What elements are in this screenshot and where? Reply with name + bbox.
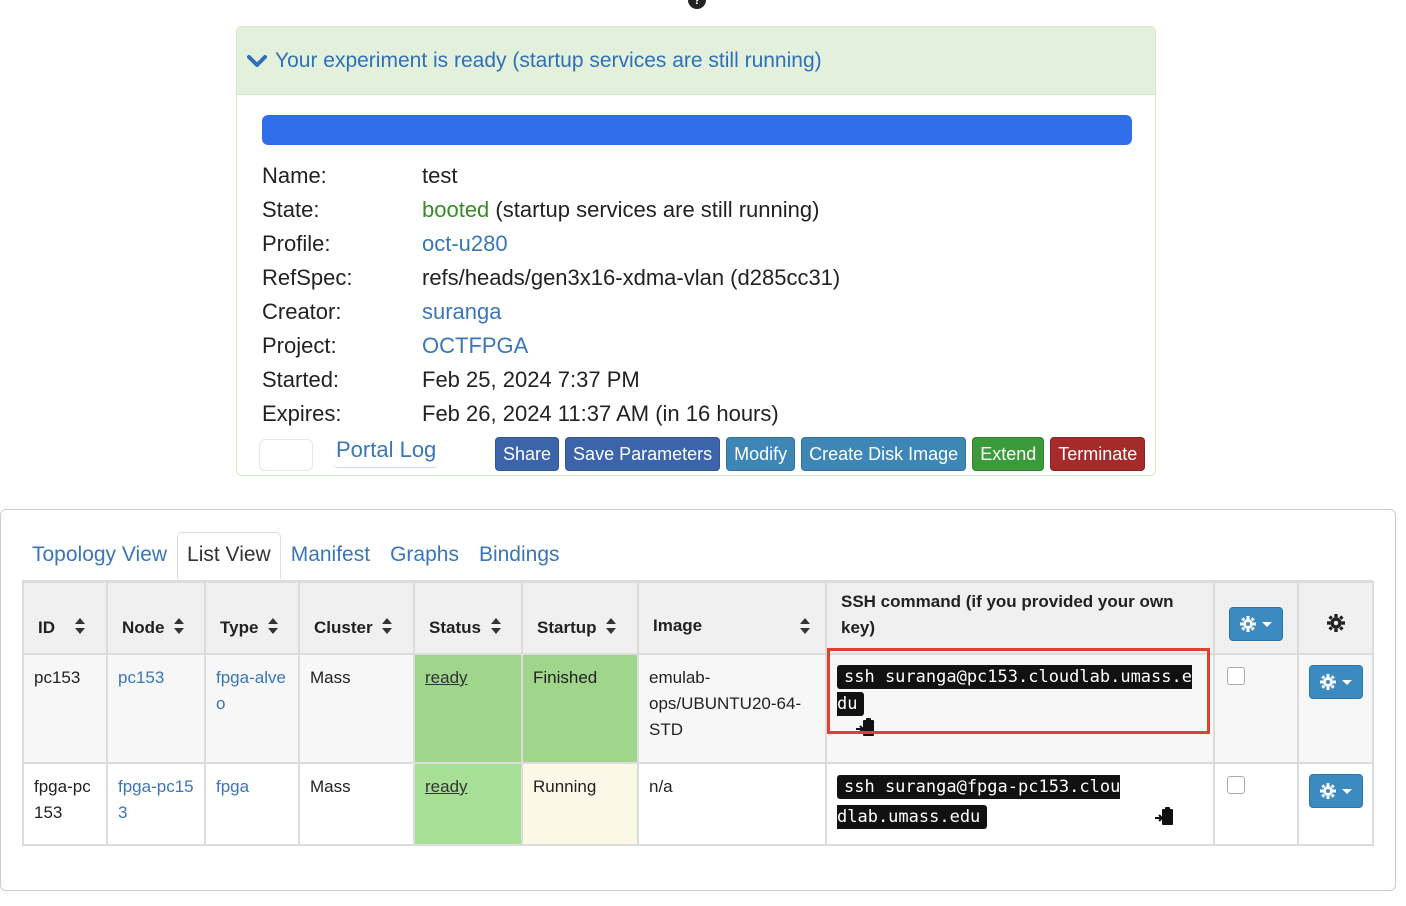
sort-icon: [74, 616, 86, 641]
tab-graphs[interactable]: Graphs: [380, 532, 469, 579]
column-header-node[interactable]: Node: [106, 581, 206, 655]
cell-image: emulab-ops/UBUNTU20-64-STD: [637, 653, 827, 764]
expires-value: Feb 26, 2024 11:37 AM (in 16 hours): [422, 401, 779, 426]
status-link[interactable]: ready: [425, 777, 468, 796]
ssh-command[interactable]: ssh suranga@fpga-pc153.cloudlab.umass.ed…: [837, 775, 1121, 829]
state-value: booted: [422, 197, 490, 222]
column-header-select: [1213, 581, 1299, 655]
profile-label: Profile:: [262, 231, 331, 256]
name-label: Name:: [262, 163, 327, 188]
gear-icon: [1320, 783, 1336, 799]
cell-startup: Finished: [521, 653, 639, 764]
cell-id: pc153: [22, 653, 108, 764]
profile-link[interactable]: oct-u280: [422, 231, 508, 257]
name-value: test: [422, 163, 458, 188]
column-header-startup[interactable]: Startup: [521, 581, 639, 655]
row-actions-button[interactable]: [1309, 665, 1363, 699]
share-button[interactable]: Share: [495, 437, 560, 471]
sort-icon: [267, 616, 279, 641]
type-link[interactable]: fpga: [216, 777, 249, 796]
cell-cluster: Mass: [298, 762, 415, 846]
experiment-status-panel: Your experiment is ready (startup servic…: [236, 26, 1156, 476]
progress-fill: [262, 115, 1132, 145]
toggle-switch[interactable]: [259, 439, 313, 471]
copy-to-clipboard-icon[interactable]: [1154, 806, 1176, 828]
help-icon[interactable]: ?: [688, 0, 706, 9]
gear-icon: [1240, 616, 1256, 632]
expires-label: Expires:: [262, 401, 342, 426]
progress-bar: [262, 115, 1132, 145]
portal-log-link[interactable]: Portal Log: [334, 437, 439, 468]
column-header-image[interactable]: Image: [637, 581, 827, 655]
row-checkbox[interactable]: [1227, 776, 1245, 794]
nodes-table: ID Node Type Cluster Status Startup Imag…: [22, 581, 1374, 846]
cell-id: fpga-pc153: [22, 762, 108, 846]
create-disk-image-button[interactable]: Create Disk Image: [801, 437, 967, 471]
cell-cluster: Mass: [298, 653, 415, 764]
table-row: fpga-pc153 fpga-pc153 fpga Mass ready Ru…: [22, 762, 1374, 846]
nodes-panel: Topology View List View Manifest Graphs …: [0, 509, 1396, 891]
table-row: pc153 pc153 fpga-alveo Mass ready Finish…: [22, 653, 1374, 764]
row-actions-button[interactable]: [1309, 774, 1363, 808]
column-header-ssh: SSH command (if you provided your own ke…: [825, 581, 1215, 655]
sort-icon: [799, 616, 811, 641]
refspec-value: refs/heads/gen3x16-xdma-vlan (d285cc31): [422, 265, 841, 290]
save-parameters-button[interactable]: Save Parameters: [565, 437, 721, 471]
creator-link[interactable]: suranga: [422, 299, 502, 325]
extend-button[interactable]: Extend: [972, 437, 1045, 471]
row-checkbox[interactable]: [1227, 667, 1245, 685]
node-link[interactable]: pc153: [118, 668, 164, 687]
view-tabs: Topology View List View Manifest Graphs …: [22, 532, 570, 579]
tab-bindings[interactable]: Bindings: [469, 532, 570, 579]
ssh-command[interactable]: ssh suranga@pc153.cloudlab.umass.edu: [837, 665, 1192, 716]
started-value: Feb 25, 2024 7:37 PM: [422, 367, 640, 392]
type-link[interactable]: fpga-alveo: [216, 668, 286, 713]
tab-topology-view[interactable]: Topology View: [22, 532, 177, 579]
node-link[interactable]: fpga-pc153: [118, 777, 194, 822]
bulk-actions-button[interactable]: [1229, 607, 1283, 641]
started-label: Started:: [262, 367, 340, 392]
column-header-actions: [1297, 581, 1374, 655]
status-link[interactable]: ready: [425, 668, 468, 687]
copy-to-clipboard-icon[interactable]: [855, 717, 877, 739]
gear-icon: [1326, 614, 1345, 632]
panel-title: Your experiment is ready (startup servic…: [275, 48, 822, 72]
state-label: State:: [262, 197, 320, 222]
panel-header[interactable]: Your experiment is ready (startup servic…: [237, 27, 1155, 95]
sort-icon: [605, 616, 617, 641]
column-header-status[interactable]: Status: [413, 581, 523, 655]
project-link[interactable]: OCTFPGA: [422, 333, 528, 359]
cell-image: n/a: [637, 762, 827, 846]
column-header-cluster[interactable]: Cluster: [298, 581, 415, 655]
sort-icon: [173, 616, 185, 641]
cell-startup: Running: [521, 762, 639, 846]
column-header-type[interactable]: Type: [204, 581, 300, 655]
creator-label: Creator:: [262, 299, 342, 324]
gear-icon: [1320, 674, 1336, 690]
modify-button[interactable]: Modify: [726, 437, 796, 471]
terminate-button[interactable]: Terminate: [1050, 437, 1146, 471]
sort-icon: [381, 616, 393, 641]
state-suffix: (startup services are still running): [489, 197, 820, 222]
chevron-down-icon[interactable]: [247, 50, 269, 72]
experiment-info: Name: test State: booted (startup servic…: [262, 159, 840, 431]
tab-manifest[interactable]: Manifest: [281, 532, 380, 579]
column-header-id[interactable]: ID: [22, 581, 108, 655]
sort-icon: [490, 616, 502, 641]
action-buttons: Share Save Parameters Modify Create Disk…: [495, 437, 1146, 471]
project-label: Project:: [262, 333, 337, 358]
refspec-label: RefSpec:: [262, 265, 353, 290]
tab-list-view[interactable]: List View: [177, 532, 281, 579]
